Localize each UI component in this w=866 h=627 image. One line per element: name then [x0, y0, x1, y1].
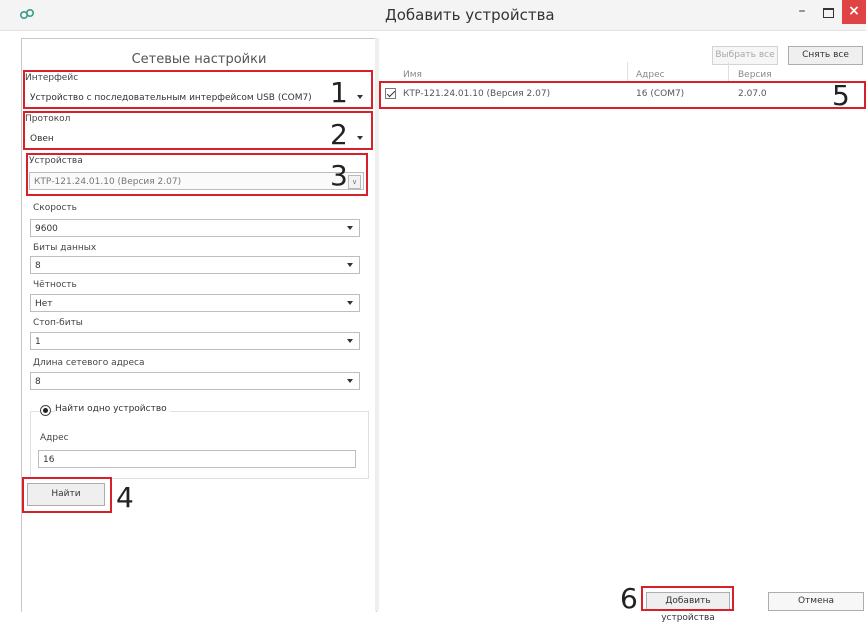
chevron-down-icon [347, 339, 353, 343]
select-all-button[interactable]: Выбрать все [712, 46, 778, 65]
parity-select[interactable]: Нет [30, 294, 360, 312]
data-bits-value: 8 [35, 261, 41, 271]
speed-value: 9600 [35, 224, 58, 234]
maximize-icon [822, 8, 834, 18]
find-one-radio[interactable] [40, 405, 51, 416]
parity-value: Нет [35, 299, 53, 309]
data-bits-select[interactable]: 8 [30, 256, 360, 274]
column-address[interactable]: Адрес [636, 70, 665, 80]
find-one-label: Найти одно устройство [55, 404, 170, 414]
highlight-box-2 [23, 111, 373, 150]
column-divider [627, 62, 628, 82]
chevron-down-icon [347, 226, 353, 230]
app-icon [20, 9, 34, 19]
data-bits-label: Биты данных [33, 243, 97, 253]
address-input[interactable]: 16 [38, 450, 356, 468]
address-value: 16 [43, 455, 55, 465]
maximize-button[interactable] [815, 0, 841, 24]
annotation-4: 4 [116, 481, 134, 514]
annotation-3: 3 [330, 159, 348, 192]
address-label: Адрес [40, 433, 69, 443]
minimize-button[interactable]: – [788, 0, 816, 24]
stop-bits-select[interactable]: 1 [30, 332, 360, 350]
annotation-5: 5 [832, 79, 850, 112]
annotation-1: 1 [330, 76, 348, 109]
annotation-2: 2 [330, 118, 348, 151]
highlight-box-5 [379, 81, 866, 109]
speed-select[interactable]: 9600 [30, 219, 360, 237]
stop-bits-value: 1 [35, 337, 41, 347]
deselect-all-button[interactable]: Снять все [788, 46, 863, 65]
splitter[interactable] [375, 38, 379, 611]
chevron-down-icon [347, 301, 353, 305]
parity-label: Чётность [33, 280, 77, 290]
stop-bits-label: Стоп-биты [33, 318, 83, 328]
close-button[interactable]: × [842, 0, 866, 24]
column-divider [728, 62, 729, 82]
column-version[interactable]: Версия [738, 70, 772, 80]
title-bar: Добавить устройства – × [0, 0, 866, 31]
address-length-select[interactable]: 8 [30, 372, 360, 390]
column-name[interactable]: Имя [403, 70, 422, 80]
find-one-group [30, 411, 369, 479]
panel-title: Сетевые настройки [131, 52, 267, 67]
address-length-value: 8 [35, 377, 41, 387]
speed-label: Скорость [33, 203, 77, 213]
window-title: Добавить устройства [385, 6, 555, 24]
highlight-box-1 [23, 70, 373, 109]
highlight-box-4 [22, 477, 112, 513]
highlight-box-3 [26, 153, 368, 196]
cancel-button[interactable]: Отмена [768, 592, 864, 611]
annotation-6: 6 [620, 582, 638, 615]
chevron-down-icon [347, 263, 353, 267]
highlight-box-6 [641, 586, 734, 611]
chevron-down-icon [347, 379, 353, 383]
address-length-label: Длина сетевого адреса [33, 358, 145, 368]
